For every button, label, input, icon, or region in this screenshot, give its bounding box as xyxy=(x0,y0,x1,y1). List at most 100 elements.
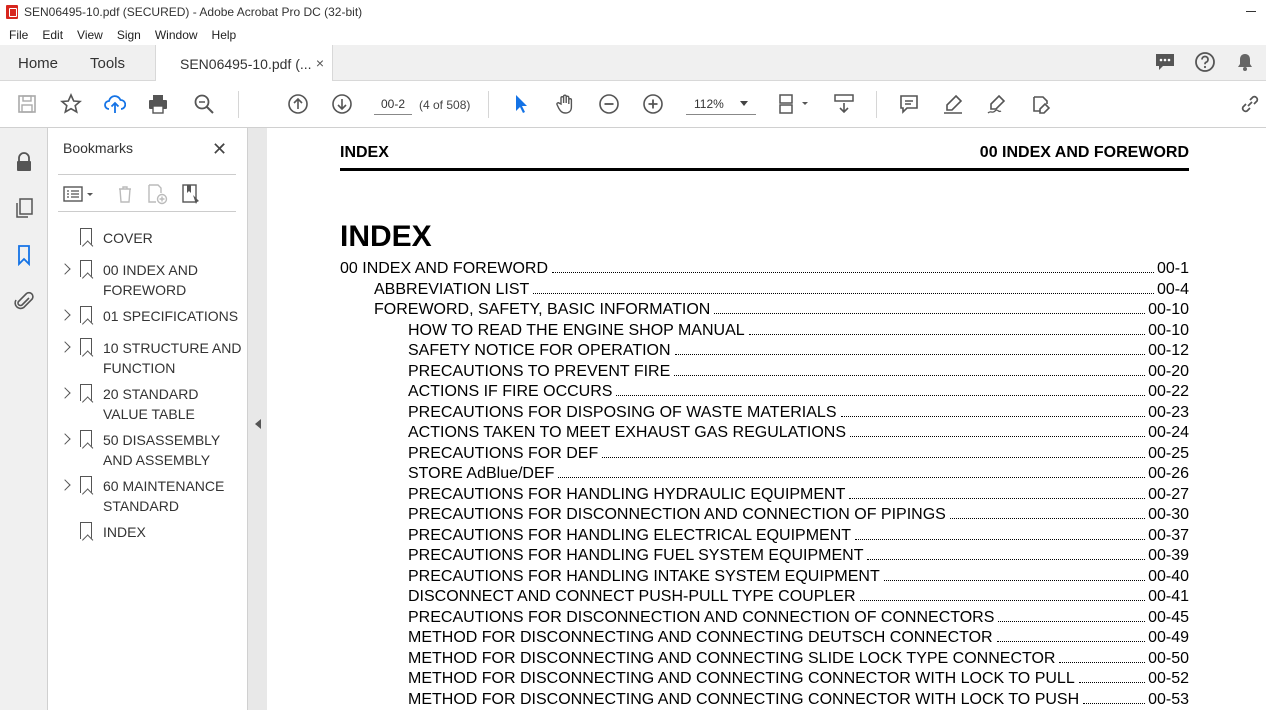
scroll-icon[interactable] xyxy=(832,92,856,116)
page-up-icon[interactable] xyxy=(286,92,310,116)
page-down-icon[interactable] xyxy=(330,92,354,116)
toc-entry[interactable]: PRECAUTIONS FOR DISCONNECTION AND CONNEC… xyxy=(340,607,1189,627)
toc-entry[interactable]: PRECAUTIONS FOR DISPOSING OF WASTE MATER… xyxy=(340,402,1189,422)
bell-icon[interactable] xyxy=(1234,51,1256,73)
highlight-pen-icon[interactable] xyxy=(941,92,965,116)
toc-entry[interactable]: 00 INDEX AND FOREWORD 00-1 xyxy=(340,258,1189,278)
menu-file[interactable]: File xyxy=(9,28,28,42)
menu-sign[interactable]: Sign xyxy=(117,28,141,42)
toc-entry[interactable]: SAFETY NOTICE FOR OPERATION 00-12 xyxy=(340,340,1189,360)
toc-entry[interactable]: DISCONNECT AND CONNECT PUSH-PULL TYPE CO… xyxy=(340,586,1189,606)
menu-edit[interactable]: Edit xyxy=(42,28,63,42)
tab-home[interactable]: Home xyxy=(18,45,58,81)
bookmark-item-icon xyxy=(80,430,92,447)
tab-bar: Home Tools SEN06495-10.pdf (... × xyxy=(0,45,1266,82)
document-view[interactable]: INDEX 00 INDEX AND FOREWORD INDEX 00 IND… xyxy=(267,128,1266,710)
star-icon[interactable] xyxy=(59,92,83,116)
toc-entry-title: METHOD FOR DISCONNECTING AND CONNECTING … xyxy=(408,629,993,646)
tab-close-icon[interactable]: × xyxy=(316,55,324,71)
toc-entry[interactable]: PRECAUTIONS FOR DEF 00-25 xyxy=(340,443,1189,463)
help-icon[interactable] xyxy=(1194,51,1216,73)
toc-entry-title: ACTIONS IF FIRE OCCURS xyxy=(408,383,613,400)
toolbar-separator xyxy=(238,91,239,118)
toc-entry-page: 00-12 xyxy=(1148,342,1189,359)
minimize-button[interactable] xyxy=(1246,11,1256,12)
chevron-right-icon[interactable] xyxy=(59,263,71,275)
collapse-panel-icon[interactable] xyxy=(255,419,261,429)
save-icon[interactable] xyxy=(15,92,39,116)
toc-entry[interactable]: HOW TO READ THE ENGINE SHOP MANUAL 00-10 xyxy=(340,320,1189,340)
toc-entry-title: PRECAUTIONS FOR DEF xyxy=(408,444,599,462)
toc-leader-dots xyxy=(533,292,1154,294)
pages-icon[interactable] xyxy=(13,197,35,219)
bookmark-label: 10 STRUCTURE AND FUNCTION xyxy=(103,340,242,376)
chat-icon[interactable] xyxy=(1154,51,1176,73)
bookmark-item-icon xyxy=(80,338,92,355)
attachment-icon[interactable] xyxy=(13,290,35,312)
toc-leader-dots xyxy=(674,354,1146,355)
toc-entry[interactable]: PRECAUTIONS FOR HANDLING INTAKE SYSTEM E… xyxy=(340,566,1189,586)
toc-entry[interactable]: PRECAUTIONS FOR DISCONNECTION AND CONNEC… xyxy=(340,504,1189,524)
toc-entry-title: METHOD FOR DISCONNECTING AND CONNECTING … xyxy=(408,649,1056,667)
toc-entry[interactable]: METHOD FOR DISCONNECTING AND CONNECTING … xyxy=(340,689,1189,709)
toc-entry[interactable]: METHOD FOR DISCONNECTING AND CONNECTING … xyxy=(340,627,1189,647)
upload-icon[interactable] xyxy=(103,92,127,116)
toc-entry-title: PRECAUTIONS FOR HANDLING FUEL SYSTEM EQU… xyxy=(408,547,864,564)
menu-view[interactable]: View xyxy=(77,28,103,42)
bookmarks-panel: Bookmarks ✕ COVER 00 INDEX AND FOREWORD … xyxy=(48,128,248,710)
toc-entry[interactable]: PRECAUTIONS TO PREVENT FIRE 00-20 xyxy=(340,361,1189,381)
toc-entry-title: ABBREVIATION LIST xyxy=(374,280,530,298)
toc-entry-title: PRECAUTIONS FOR DISCONNECTION AND CONNEC… xyxy=(408,506,946,523)
zoom-out-icon[interactable] xyxy=(597,92,621,116)
comment-icon[interactable] xyxy=(897,92,921,116)
toc-entry[interactable]: STORE AdBlue/DEF 00-26 xyxy=(340,463,1189,483)
bookmark-item-icon xyxy=(80,476,92,493)
print-icon[interactable] xyxy=(146,92,170,116)
toc-entry[interactable]: PRECAUTIONS FOR HANDLING HYDRAULIC EQUIP… xyxy=(340,484,1189,504)
toc-entry[interactable]: PRECAUTIONS FOR HANDLING FUEL SYSTEM EQU… xyxy=(340,545,1189,565)
toc-entry-page: 00-37 xyxy=(1148,526,1189,544)
toc-entry[interactable]: METHOD FOR DISCONNECTING AND CONNECTING … xyxy=(340,648,1189,668)
zoom-search-icon[interactable] xyxy=(192,92,216,116)
toc-entry-title: FOREWORD, SAFETY, BASIC INFORMATION xyxy=(374,301,711,318)
bookmark-item-icon xyxy=(80,228,92,245)
edit-icon[interactable] xyxy=(1029,92,1053,116)
tab-tools[interactable]: Tools xyxy=(90,45,125,81)
toc-entry-title: PRECAUTIONS FOR DISPOSING OF WASTE MATER… xyxy=(408,403,837,421)
chevron-right-icon[interactable] xyxy=(59,341,71,353)
tab-document[interactable]: SEN06495-10.pdf (... × xyxy=(155,45,333,82)
add-bookmark-icon[interactable] xyxy=(145,183,169,205)
toc-entry-page: 00-20 xyxy=(1148,362,1189,380)
sign-icon[interactable] xyxy=(985,92,1009,116)
zoom-select[interactable]: 112% xyxy=(686,93,756,115)
chevron-right-icon[interactable] xyxy=(59,479,71,491)
link-icon[interactable] xyxy=(1238,92,1262,116)
bookmarks-toolbar xyxy=(58,174,236,212)
delete-bookmark-icon[interactable] xyxy=(113,183,137,205)
page-number-input[interactable] xyxy=(374,93,412,115)
chevron-right-icon[interactable] xyxy=(59,433,71,445)
close-icon[interactable]: ✕ xyxy=(212,139,227,160)
panel-splitter[interactable] xyxy=(248,128,267,710)
chevron-right-icon[interactable] xyxy=(59,387,71,399)
select-arrow-icon[interactable] xyxy=(509,92,533,116)
page-layout-icon[interactable] xyxy=(778,92,812,116)
toolbar-separator xyxy=(876,91,877,118)
menu-help[interactable]: Help xyxy=(212,28,237,42)
zoom-in-icon[interactable] xyxy=(641,92,665,116)
hand-icon[interactable] xyxy=(553,92,577,116)
bookmark-options-icon[interactable] xyxy=(62,183,98,205)
lock-icon[interactable] xyxy=(13,151,35,173)
menu-window[interactable]: Window xyxy=(155,28,198,42)
toc-entry-title: ACTIONS TAKEN TO MEET EXHAUST GAS REGULA… xyxy=(408,424,847,441)
toc-leader-dots xyxy=(996,641,1146,642)
toc-entry[interactable]: ABBREVIATION LIST 00-4 xyxy=(340,279,1189,299)
find-bookmark-icon[interactable] xyxy=(179,183,203,205)
toc-entry[interactable]: FOREWORD, SAFETY, BASIC INFORMATION 00-10 xyxy=(340,299,1189,319)
toc-entry[interactable]: ACTIONS IF FIRE OCCURS 00-22 xyxy=(340,381,1189,401)
chevron-right-icon[interactable] xyxy=(59,309,71,321)
bookmark-icon[interactable] xyxy=(13,244,35,266)
toc-entry[interactable]: PRECAUTIONS FOR HANDLING ELECTRICAL EQUI… xyxy=(340,525,1189,545)
toc-entry[interactable]: ACTIONS TAKEN TO MEET EXHAUST GAS REGULA… xyxy=(340,422,1189,442)
toc-entry[interactable]: METHOD FOR DISCONNECTING AND CONNECTING … xyxy=(340,668,1189,688)
